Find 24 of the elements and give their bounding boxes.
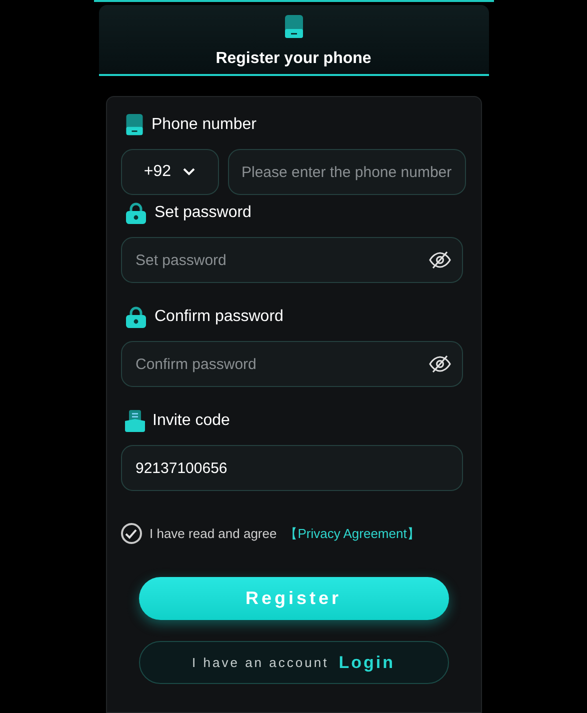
lock-icon [124, 202, 146, 224]
lock-icon [124, 306, 146, 328]
field-label: Invite code [152, 411, 230, 431]
phone-icon [124, 114, 144, 136]
country-code-selector[interactable]: +92 [120, 149, 218, 195]
invite-icon [124, 410, 144, 432]
page-title: Register your phone [216, 49, 372, 69]
chevron-down-icon [183, 168, 196, 176]
hidden-eye-icon[interactable] [428, 355, 450, 373]
login-link[interactable]: Login [338, 650, 395, 676]
privacy-agreement-link[interactable]: 【Privacy Agreement】 [284, 524, 420, 544]
checkmark-icon [125, 528, 137, 538]
phone-icon [284, 15, 304, 39]
hidden-eye-icon[interactable] [428, 251, 450, 269]
password-field[interactable]: Confirm password [120, 341, 462, 387]
agreement-checkbox[interactable] [120, 523, 142, 544]
phone-number-field[interactable]: Please enter the phone number [228, 149, 466, 195]
login-prompt: I have an account [192, 654, 329, 672]
agreement-text: I have read and agree [150, 524, 277, 543]
password-field[interactable]: Set password [120, 237, 462, 283]
field-label: Phone number [152, 115, 256, 135]
invite-code-field[interactable]: 92137100656 [120, 445, 462, 491]
field-label: Set password [154, 203, 252, 223]
field-label: Confirm password [154, 307, 284, 327]
